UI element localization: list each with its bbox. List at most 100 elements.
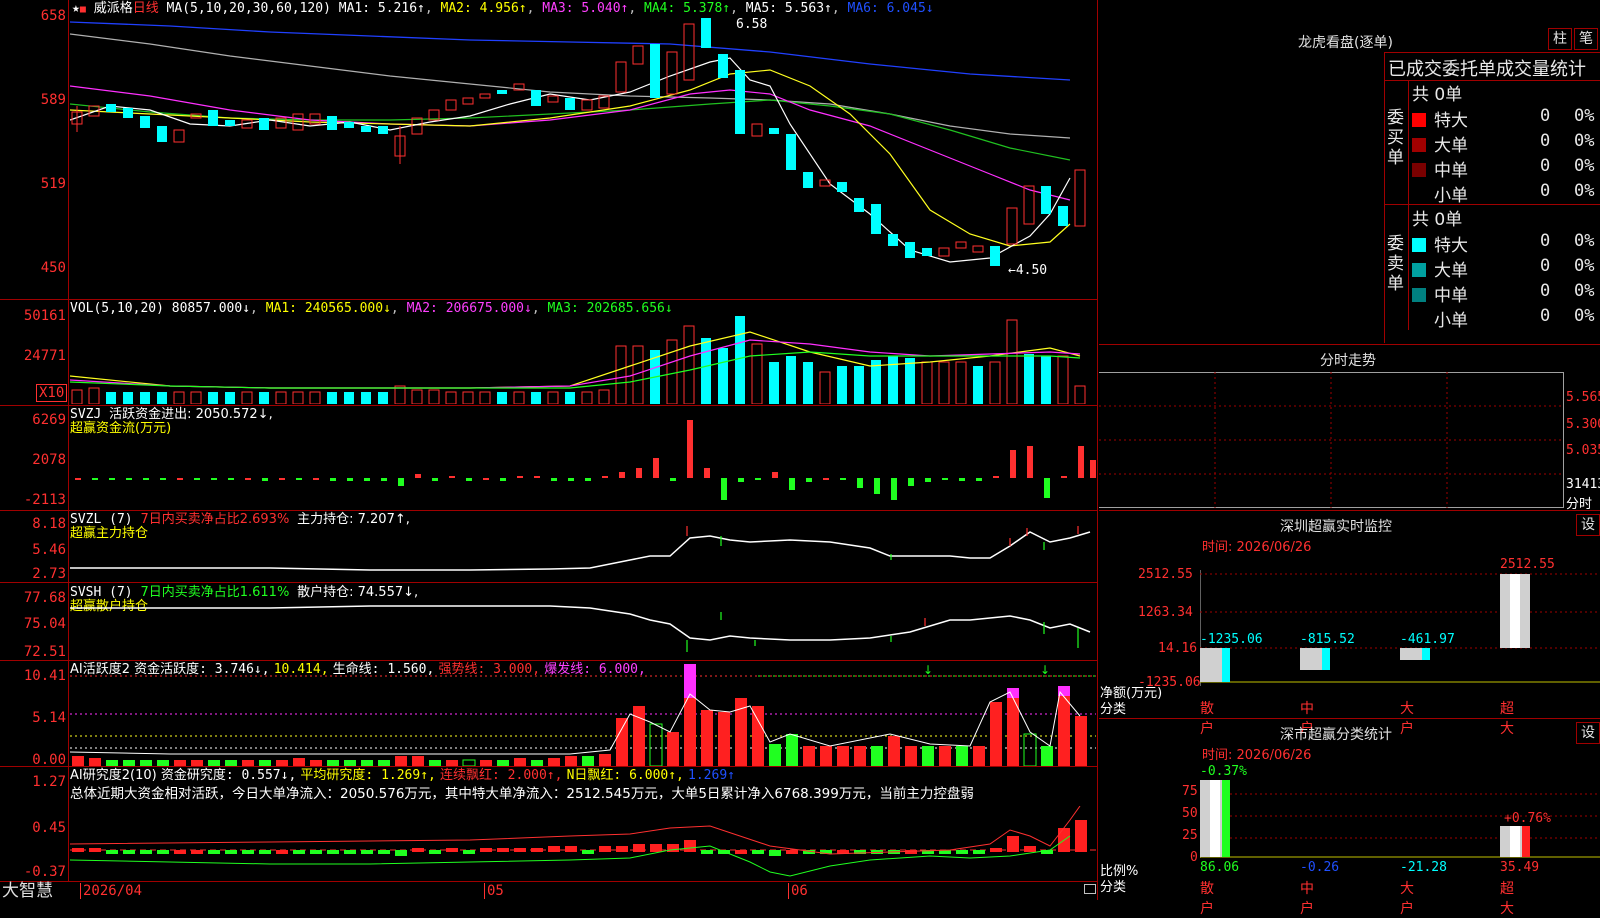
sell-side-label: 委卖单 [1387,234,1404,294]
buy-xl-vol: 0 [1540,106,1551,126]
sz-monitor-settings-button[interactable]: 设 [1576,514,1600,536]
sc-y-2: 50 [1182,806,1198,821]
separator-svzl-svsh [0,582,1098,583]
buy-s-swatch [1412,188,1426,202]
lock-icon[interactable] [1084,884,1096,894]
sc-xlabel: 分类 [1100,880,1127,895]
vol-tick-1: 50161 [23,308,66,324]
ma1-line [70,57,1071,263]
svzl-line [70,531,1091,571]
sell-l-vol: 0 [1540,256,1551,276]
sc-top-retail: -0.37% [1200,764,1247,779]
dragon-tiger-title: 龙虎看盘(逐单) [1298,35,1393,51]
buy-m-vol: 0 [1540,156,1551,176]
sell-m-pct: 0% [1574,281,1595,301]
sc-bottom-large: -21.28 [1400,860,1447,875]
sc-y-1: 75 [1182,784,1198,799]
bar-view-button[interactable]: 柱 [1548,28,1572,50]
svzj-tick-1: 6269 [32,412,66,428]
ai-active-bars [72,664,1087,766]
fenshi-top-line [1099,344,1600,345]
sell-m-swatch [1412,288,1426,302]
buy-s-pct: 0% [1574,181,1595,201]
price-tick-4: 450 [40,260,66,276]
sz-val-xl: 2512.55 [1500,557,1555,572]
row-name: 大单 [1434,261,1468,281]
sc-stat-chart[interactable] [1200,780,1600,858]
sc-stat-settings-button[interactable]: 设 [1576,722,1600,744]
buy-l-vol: 0 [1540,131,1551,151]
separator-price-vol [0,299,1098,300]
buy-xl-pct: 0% [1574,106,1595,126]
vol-tick-2: 24771 [23,348,66,364]
sz-monitor-chart[interactable] [1200,570,1600,686]
sell-row-l[interactable]: 大单 [1412,256,1468,281]
fenshi-title[interactable]: 分时走势 [1320,350,1376,370]
vol-header: VOL(5,10,20) 80857.000↓, MA1: 240565.000… [70,301,673,316]
candlestick-chart[interactable] [70,14,1096,298]
buy-side-label: 委买单 [1387,108,1404,168]
ai-research-e: 1.269↑ [688,768,735,783]
ai-research-d: N日飘红: 6.000↑, [566,768,684,783]
svzl-chart[interactable] [70,512,1096,582]
separator-vol-svzj [0,405,1098,406]
row-name: 大单 [1434,136,1468,156]
buy-row-m[interactable]: 中单 [1412,156,1468,181]
sell-l-pct: 0% [1574,256,1595,276]
vol-ma1-line [70,331,1081,389]
svzj-bars [75,420,1096,500]
svzl-tick-1: 8.18 [32,516,66,532]
vol-value: 80857.000↓ [171,301,251,316]
fenshi-tick-2: 5.300 [1566,417,1600,432]
sz-monitor-top-line [1099,510,1600,511]
separator-ai-research [0,766,1098,767]
ai-active-line [70,690,1081,755]
svzj-tick-2: 2078 [32,452,66,468]
sell-total: 共 0单 [1412,210,1463,230]
row-name: 小单 [1434,311,1468,331]
svsh-ticks [686,612,1079,652]
ai-research-tick-2: 0.45 [32,820,66,836]
sell-row-xl[interactable]: 特大 [1412,231,1468,256]
svzj-chart[interactable] [70,410,1096,510]
sell-row-s[interactable]: 小单 [1412,306,1468,331]
svsh-chart[interactable] [70,584,1096,660]
buy-total: 共 0单 [1412,85,1463,105]
sell-s-pct: 0% [1574,306,1595,326]
vol-ma2: MA2: 206675.000↓ [406,301,532,316]
ai-research-tick-3: -0.37 [23,864,66,880]
sc-stat-top-line [1099,718,1600,719]
sc-cat-retail: 散户 [1200,881,1214,917]
sell-m-vol: 0 [1540,281,1551,301]
ai-research-a: 资金研究度: 0.557↓, [160,768,297,783]
sell-s-swatch [1412,313,1426,327]
sell-xl-pct: 0% [1574,231,1595,251]
sc-cat-xl: 超大 [1500,881,1514,917]
ai-research-title: AI研究度2(10) [70,768,157,783]
sc-cat-mid: 中户 [1300,881,1314,917]
ai-research-c: 连续飘红: 2.000↑, [440,768,563,783]
buy-row-l[interactable]: 大单 [1412,131,1468,156]
ma6-line [70,21,1071,81]
row-name: 小单 [1434,186,1468,206]
sz-val-retail: -1235.06 [1200,632,1263,647]
vol-unit: X10 [36,384,68,402]
sell-xl-swatch [1412,238,1426,252]
sz-xlabel: 分类 [1100,702,1127,717]
buy-l-swatch [1412,138,1426,152]
vol-title: VOL(5,10,20) [70,301,164,316]
ai-active-chart[interactable]: ↓ ↓ [70,662,1096,766]
sz-val-mid: -815.52 [1300,632,1355,647]
brand-logo: 大智慧 [2,881,53,901]
volume-chart[interactable] [70,316,1096,404]
arrow-down-icon: ↓ [923,663,933,677]
buy-row-s[interactable]: 小单 [1412,181,1468,206]
row-name: 特大 [1434,236,1468,256]
sc-y-4: 0 [1190,850,1198,865]
buy-row-xl[interactable]: 特大 [1412,106,1468,131]
ai-research-chart[interactable] [70,806,1096,880]
sell-row-m[interactable]: 中单 [1412,281,1468,306]
vol-ma3: MA3: 202685.656↓ [547,301,673,316]
vol-ma1: MA1: 240565.000↓ [265,301,391,316]
tick-view-button[interactable]: 笔 [1574,28,1598,50]
